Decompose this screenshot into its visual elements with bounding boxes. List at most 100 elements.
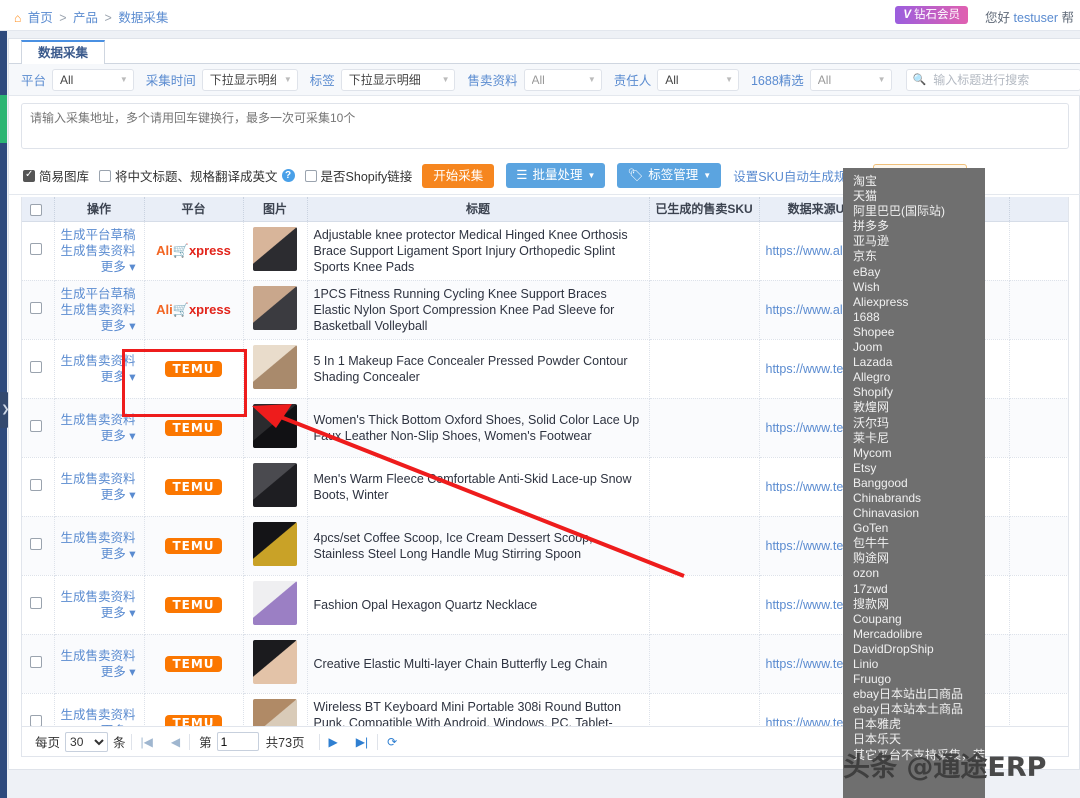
- filter-select-1688[interactable]: All ▼: [809, 68, 892, 91]
- product-thumbnail[interactable]: [253, 522, 297, 566]
- tooltip-platform-item: Chinavasion: [853, 506, 920, 521]
- prev-page-icon[interactable]: ◀: [171, 735, 180, 749]
- sku-auto-rule-link[interactable]: 设置SKU自动生成规则: [733, 166, 859, 185]
- product-title: 1PCS Fitness Running Cycling Knee Suppor…: [313, 286, 615, 333]
- row-title-cell: Women's Thick Bottom Oxford Shoes, Solid…: [307, 398, 650, 458]
- row-checkbox[interactable]: [29, 361, 42, 373]
- product-thumbnail[interactable]: [253, 640, 297, 684]
- row-more-link[interactable]: 更多 ▾: [61, 664, 136, 680]
- product-thumbnail[interactable]: [253, 581, 297, 625]
- row-checkbox-cell[interactable]: [22, 693, 55, 726]
- last-page-icon[interactable]: ▶|: [356, 735, 368, 749]
- select-all-checkbox[interactable]: [29, 203, 42, 216]
- page-number-input[interactable]: [216, 732, 259, 751]
- row-more-link[interactable]: 更多 ▾: [61, 369, 136, 385]
- row-action-link[interactable]: 生成售卖资料: [61, 648, 136, 664]
- product-thumbnail[interactable]: [253, 404, 297, 448]
- row-checkbox-cell[interactable]: [22, 516, 55, 576]
- row-more-link[interactable]: 更多 ▾: [61, 428, 136, 444]
- product-title: Creative Elastic Multi-layer Chain Butte…: [313, 656, 608, 671]
- breadcrumb-item-collect[interactable]: 数据采集: [118, 11, 168, 25]
- start-collect-button[interactable]: 开始采集: [422, 163, 495, 188]
- filter-select-owner[interactable]: All ▼: [657, 68, 739, 91]
- row-checkbox-cell[interactable]: [22, 457, 55, 517]
- search-box[interactable]: 🔍: [905, 68, 1080, 91]
- row-checkbox-cell[interactable]: [22, 634, 55, 694]
- row-platform-cell: TEMU: [144, 339, 244, 399]
- checkbox-shopify-box[interactable]: [304, 169, 317, 182]
- help-icon[interactable]: ?: [281, 169, 295, 182]
- row-checkbox[interactable]: [29, 302, 42, 314]
- next-page-icon[interactable]: ▶: [329, 735, 338, 749]
- refresh-icon[interactable]: ⟳: [387, 735, 397, 749]
- list-icon: ☰: [516, 168, 528, 182]
- first-page-icon[interactable]: |◀: [141, 735, 153, 749]
- row-more-link[interactable]: 更多 ▾: [61, 605, 136, 621]
- row-checkbox-cell[interactable]: [22, 280, 55, 340]
- row-action-link[interactable]: 生成平台草稿: [61, 286, 136, 302]
- product-thumbnail[interactable]: [253, 463, 297, 507]
- product-thumbnail[interactable]: [253, 286, 297, 330]
- row-checkbox[interactable]: [29, 715, 42, 726]
- row-more-link[interactable]: 更多 ▾: [61, 259, 136, 275]
- row-more-link[interactable]: 更多 ▾: [61, 546, 136, 562]
- product-thumbnail[interactable]: [253, 699, 297, 726]
- filter-select-sale-info[interactable]: All ▼: [523, 68, 602, 91]
- checkbox-shopify-link[interactable]: 是否Shopify链接: [304, 166, 412, 185]
- row-action-link[interactable]: 生成售卖资料: [61, 471, 136, 487]
- search-input[interactable]: [931, 71, 1074, 88]
- vip-badge-label: 钻石会员: [914, 9, 960, 21]
- row-action-link[interactable]: 生成售卖资料: [61, 412, 136, 428]
- row-checkbox-cell[interactable]: [22, 398, 55, 458]
- row-checkbox[interactable]: [29, 656, 42, 668]
- breadcrumb-item-home[interactable]: 首页: [28, 11, 53, 25]
- row-checkbox[interactable]: [29, 479, 42, 491]
- product-thumbnail[interactable]: [253, 345, 297, 389]
- filter-select-platform[interactable]: All ▼: [52, 68, 134, 91]
- row-action-link[interactable]: 生成售卖资料: [61, 589, 136, 605]
- greeting-suffix: 帮: [1061, 11, 1074, 25]
- row-action-link[interactable]: 生成售卖资料: [61, 243, 136, 259]
- vip-badge[interactable]: V 钻石会员: [895, 6, 968, 24]
- row-image-cell: [243, 575, 308, 635]
- checkbox-simple-gallery[interactable]: 简易图库: [23, 166, 89, 185]
- product-title: 5 In 1 Makeup Face Concealer Pressed Pow…: [313, 353, 628, 384]
- checkbox-translate-box[interactable]: [99, 169, 112, 182]
- row-end-cell: [1009, 457, 1068, 517]
- row-checkbox[interactable]: [29, 420, 42, 432]
- collect-url-textarea[interactable]: [21, 103, 1069, 149]
- batch-process-button[interactable]: ☰ 批量处理 ▼: [506, 163, 606, 188]
- row-action-link[interactable]: 生成售卖资料: [61, 353, 136, 369]
- row-action-link[interactable]: 生成售卖资料: [61, 530, 136, 546]
- temu-logo: TEMU: [165, 537, 222, 554]
- tooltip-platform-item: Shopee: [853, 324, 895, 339]
- row-checkbox-cell[interactable]: [22, 575, 55, 635]
- row-checkbox-cell[interactable]: [22, 221, 55, 281]
- tag-manage-button[interactable]: 🏷 标签管理 ▼: [617, 163, 722, 188]
- breadcrumb-separator: >: [104, 11, 112, 25]
- breadcrumb-item-product[interactable]: 产品: [73, 11, 98, 25]
- row-action-link[interactable]: 生成售卖资料: [61, 302, 136, 318]
- row-more-link[interactable]: 更多 ▾: [61, 318, 136, 334]
- col-end: [1009, 197, 1068, 222]
- row-checkbox[interactable]: [29, 538, 42, 550]
- filter-select-tag[interactable]: 下拉显示明细 ▼: [340, 68, 456, 91]
- row-action-link[interactable]: 生成平台草稿: [61, 227, 136, 243]
- per-page-select[interactable]: 10203050100: [65, 731, 109, 752]
- row-more-link[interactable]: 更多 ▾: [61, 487, 136, 503]
- filter-select-collect-time[interactable]: 下拉显示明细 ▼: [201, 68, 298, 91]
- checkbox-simple-gallery-box[interactable]: [23, 169, 35, 182]
- batch-process-label: 批量处理: [532, 168, 583, 182]
- checkbox-translate-to-english[interactable]: 将中文标题、规格翻译成英文 ?: [99, 166, 295, 185]
- tab-data-collection[interactable]: 数据采集: [21, 40, 106, 64]
- product-thumbnail[interactable]: [253, 227, 297, 271]
- user-greeting: 您好 testuser 帮: [985, 7, 1074, 26]
- username-link[interactable]: testuser: [1014, 11, 1058, 25]
- row-checkbox[interactable]: [29, 243, 42, 255]
- row-checkbox[interactable]: [29, 597, 42, 609]
- vip-v-icon: V: [903, 9, 911, 21]
- row-checkbox-cell[interactable]: [22, 339, 55, 399]
- row-action-link[interactable]: 生成售卖资料: [61, 707, 136, 723]
- row-sku-cell: [649, 693, 760, 726]
- per-page-label: 每页: [35, 736, 61, 750]
